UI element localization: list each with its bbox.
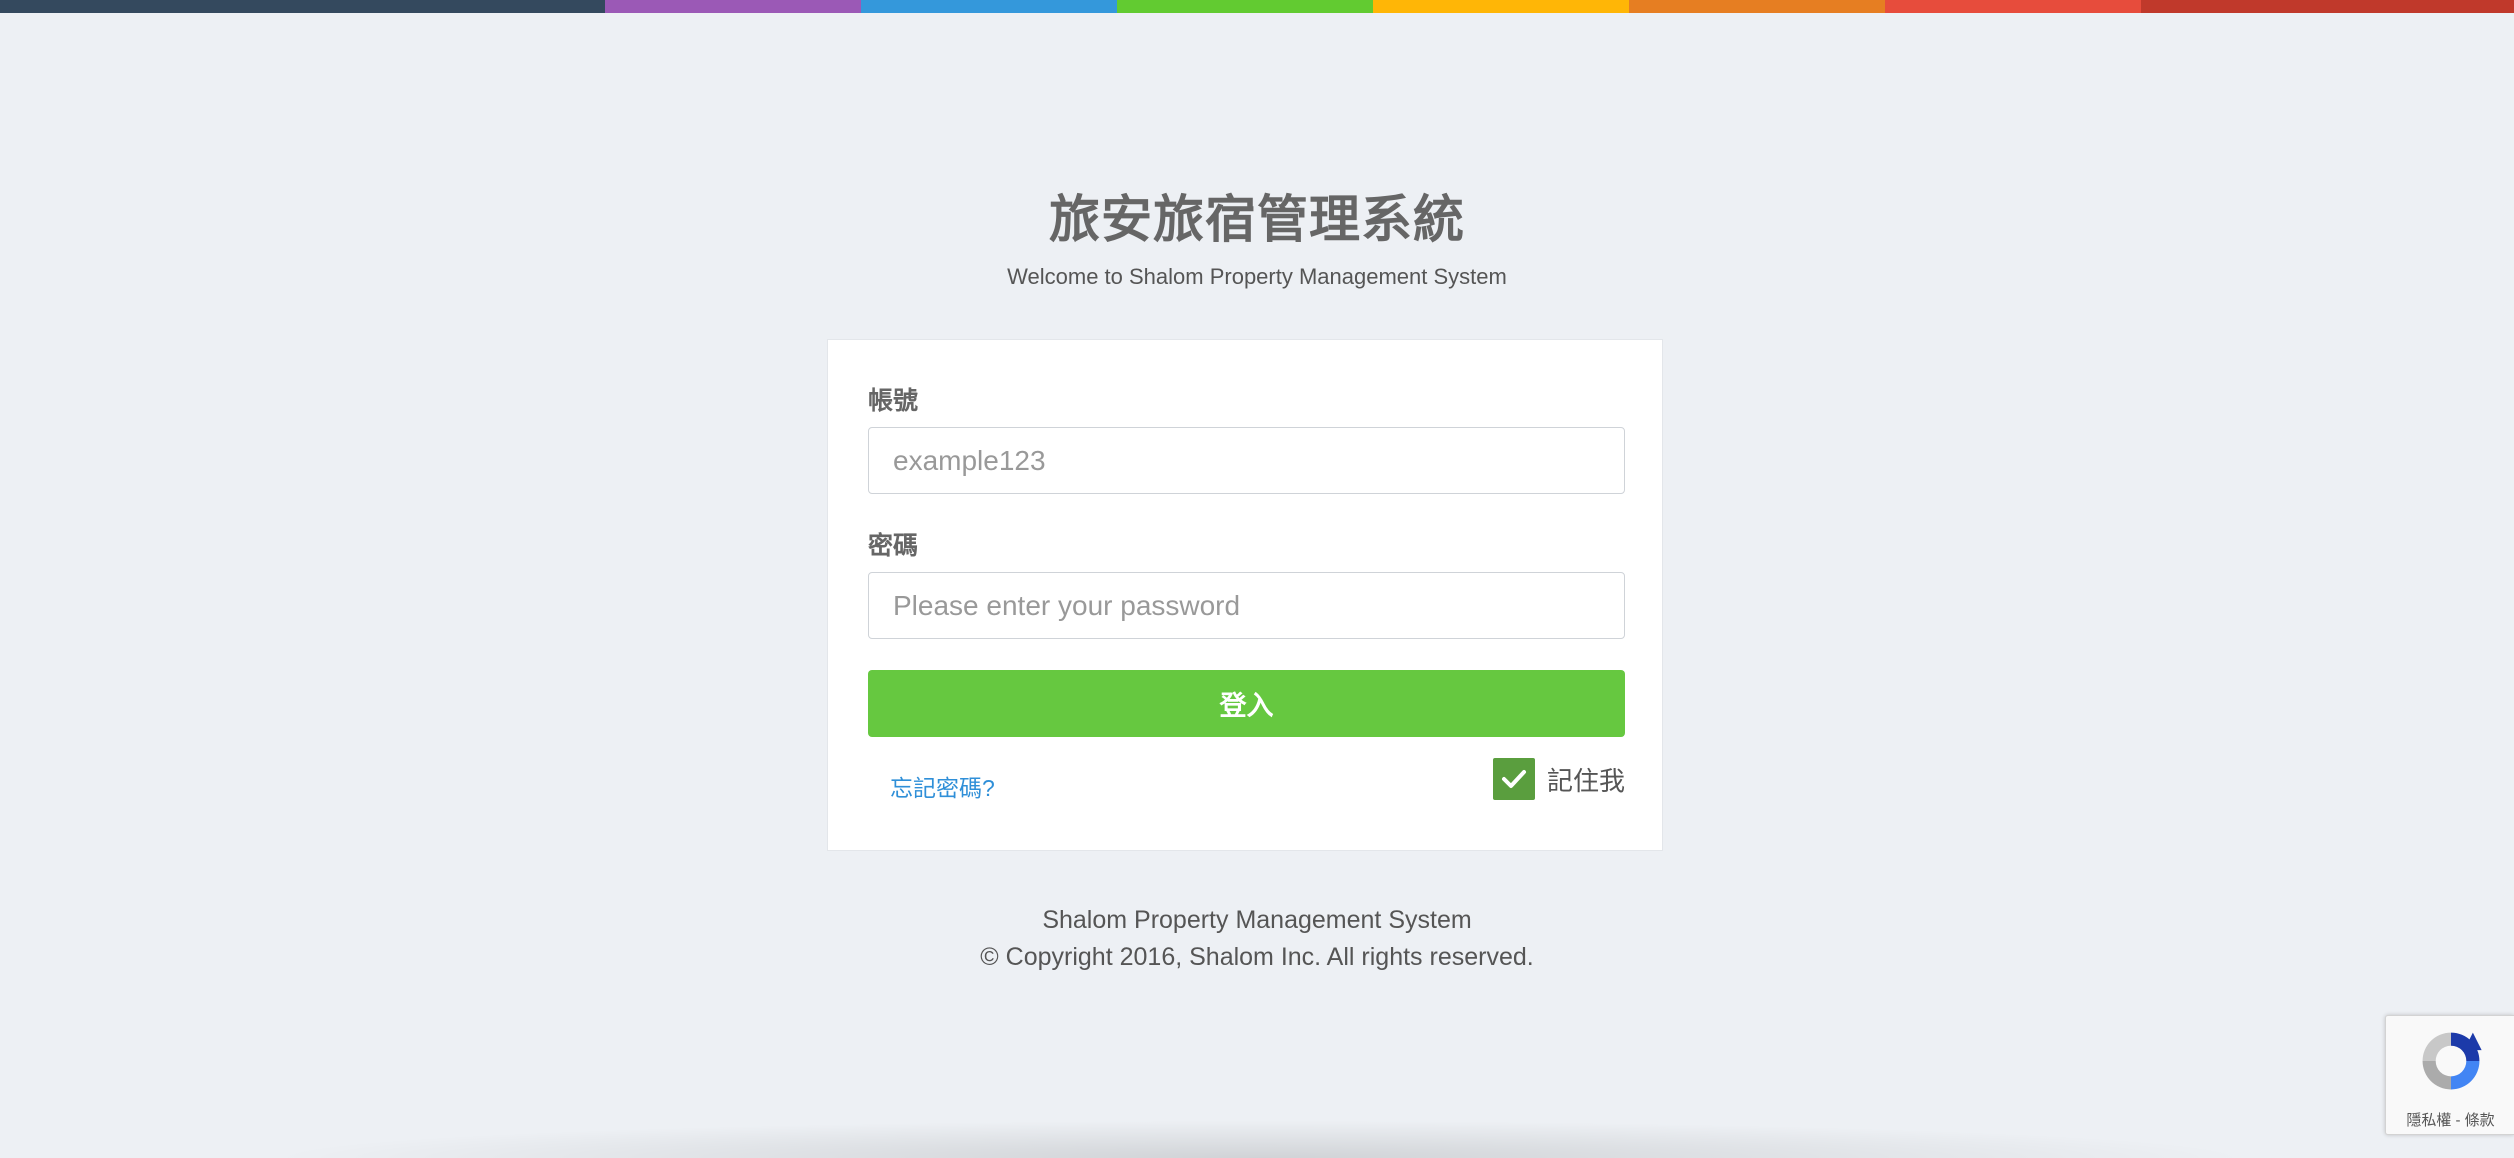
remember-me-label: 記住我 (1547, 765, 1626, 796)
forgot-password-link[interactable]: 忘記密碼? (890, 769, 995, 803)
page-subtitle: Welcome to Shalom Property Management Sy… (1007, 264, 1507, 289)
recaptcha-privacy-terms[interactable]: 隱私權 - 條款 (2386, 1109, 2514, 1130)
recaptcha-badge[interactable]: 隱私權 - 條款 (2385, 1015, 2514, 1135)
color-segment (605, 0, 861, 13)
top-color-bar (0, 0, 2514, 13)
color-segment (1117, 0, 1373, 13)
footer-system-name: Shalom Property Management System (1042, 906, 1472, 934)
color-segment (1373, 0, 1629, 13)
bottom-shadow (260, 1120, 2260, 1158)
login-card: 帳號 密碼 登入 忘記密碼? 記住我 (827, 339, 1663, 851)
recaptcha-icon (2422, 1032, 2482, 1090)
remember-me[interactable]: 記住我 (1493, 758, 1625, 800)
login-button[interactable]: 登入 (868, 670, 1625, 737)
account-label: 帳號 (868, 387, 919, 415)
check-icon (1502, 770, 1526, 788)
password-input[interactable] (868, 572, 1625, 639)
footer-copyright: © Copyright 2016, Shalom Inc. All rights… (980, 943, 1534, 971)
color-segment (0, 0, 605, 13)
color-segment (1629, 0, 1885, 13)
remember-me-checkbox[interactable] (1493, 758, 1535, 800)
page-title: 旅安旅宿管理系統 (1048, 191, 1465, 248)
password-label: 密碼 (868, 532, 919, 560)
account-input[interactable] (868, 427, 1625, 494)
color-segment (2141, 0, 2514, 13)
color-segment (1885, 0, 2141, 13)
color-segment (861, 0, 1117, 13)
